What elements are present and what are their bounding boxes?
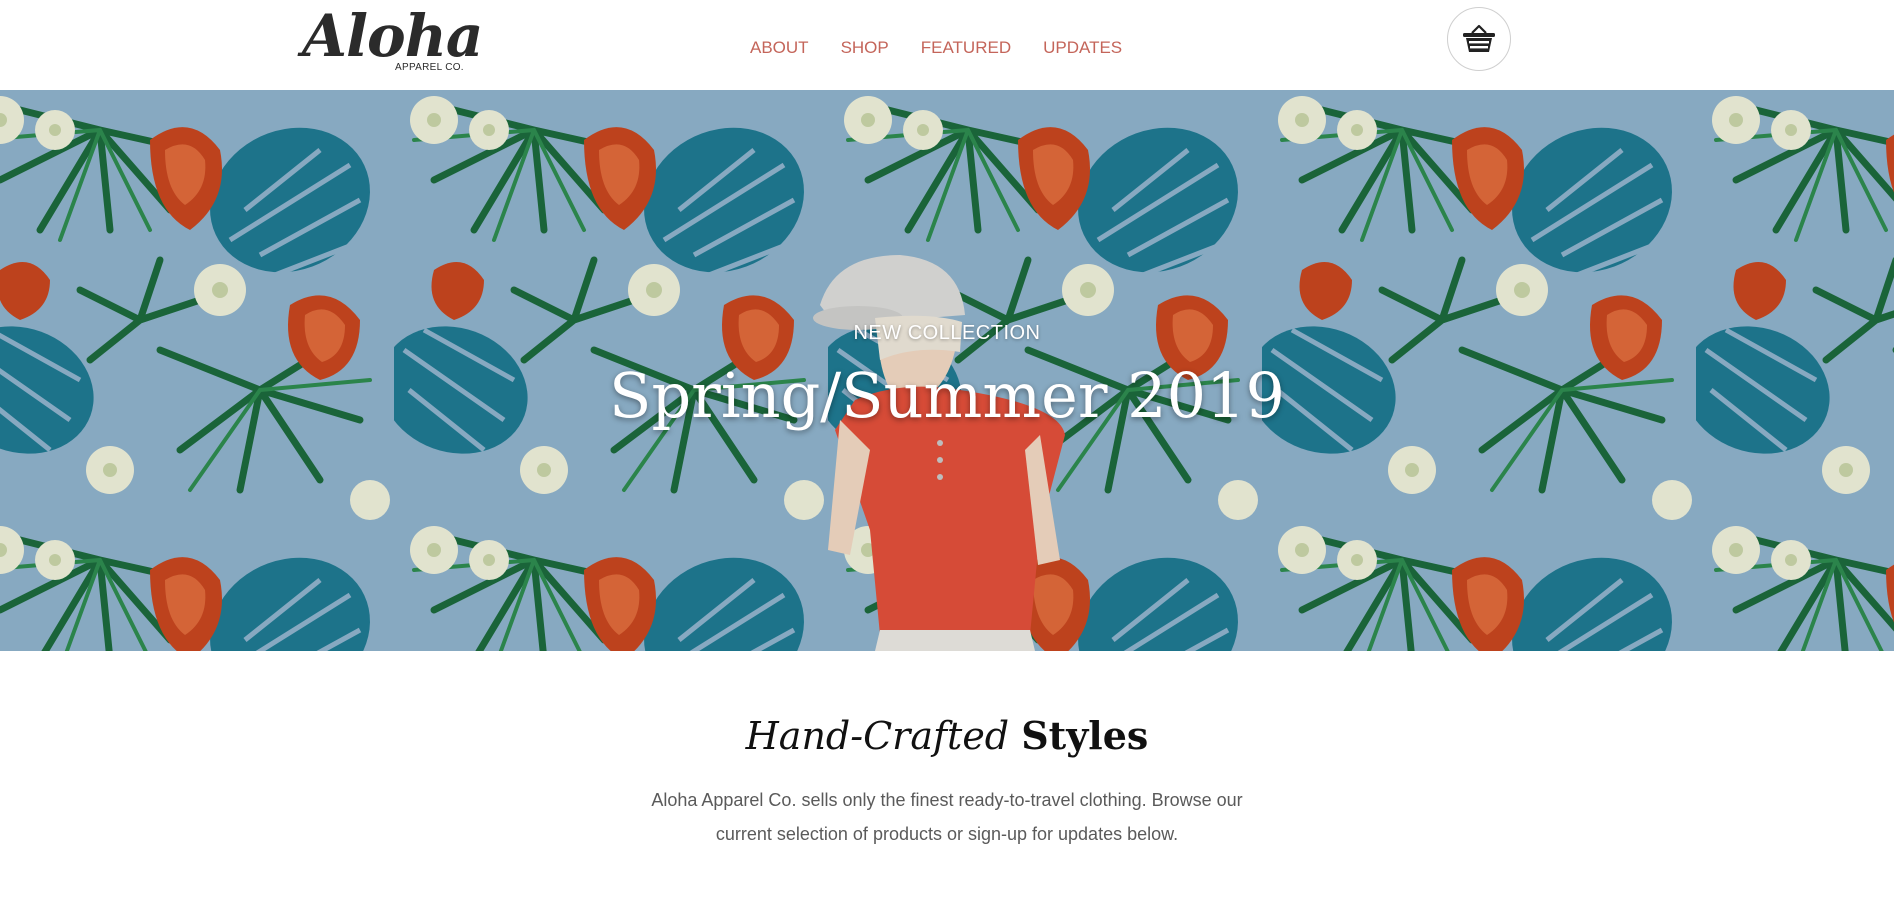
- nav-link-featured[interactable]: FEATURED: [921, 36, 1011, 60]
- hero-banner: NEW COLLECTION Spring/Summer 2019: [0, 90, 1894, 651]
- hero-kicker: NEW COLLECTION: [853, 322, 1041, 344]
- logo-wordmark: Aloha: [302, 2, 483, 70]
- intro-description: Aloha Apparel Co. sells only the finest …: [651, 790, 1243, 844]
- cart-button[interactable]: [1447, 7, 1511, 71]
- brand-logo[interactable]: Aloha APPAREL CO.: [302, 2, 483, 74]
- main-navigation: ABOUT SHOP FEATURED UPDATES: [750, 36, 1154, 60]
- intro-heading-emphasis: Hand-Crafted: [745, 714, 1010, 758]
- hero-title: Spring/Summer 2019: [609, 359, 1285, 432]
- nav-link-updates[interactable]: UPDATES: [1043, 36, 1122, 60]
- nav-link-shop[interactable]: SHOP: [841, 36, 889, 60]
- nav-link-about[interactable]: ABOUT: [750, 36, 809, 60]
- basket-icon: [1463, 24, 1495, 52]
- site-header: Aloha APPAREL CO. ABOUT SHOP FEATURED UP…: [0, 0, 1894, 90]
- logo-subtitle: APPAREL CO.: [395, 62, 464, 73]
- intro-heading: Hand-Crafted Styles: [0, 710, 1894, 762]
- intro-heading-strong: Styles: [1021, 713, 1149, 758]
